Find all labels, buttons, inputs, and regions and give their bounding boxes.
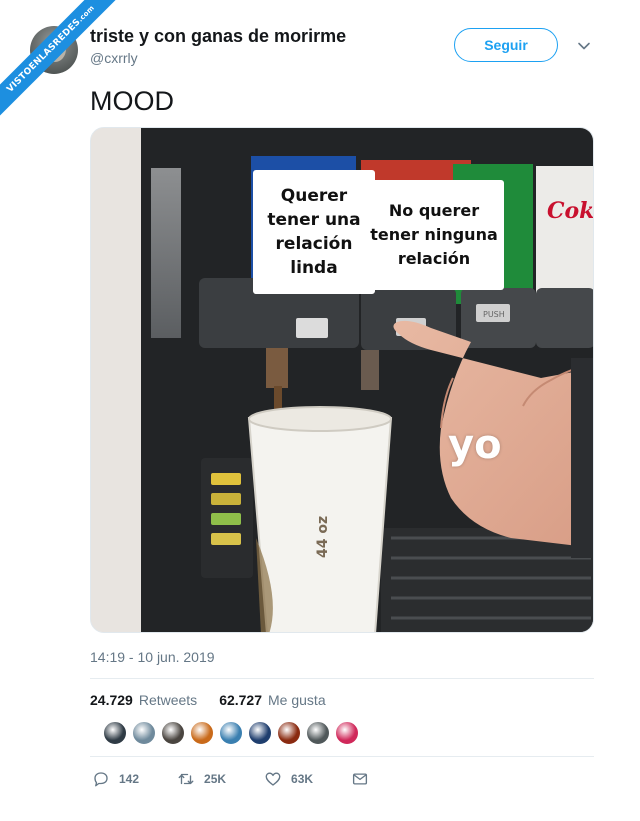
likes-label[interactable]: Me gusta bbox=[268, 692, 326, 708]
like-count: 63K bbox=[291, 772, 314, 786]
coke-logo-text: Coke bbox=[547, 198, 594, 224]
divider bbox=[90, 756, 594, 757]
chevron-down-icon[interactable] bbox=[576, 38, 592, 54]
reply-button[interactable]: 142 bbox=[92, 770, 139, 788]
tweet-timestamp[interactable]: 14:19 - 10 jun. 2019 bbox=[90, 649, 215, 665]
like-button[interactable]: 63K bbox=[264, 770, 313, 788]
watermark-ribbon: VISTOENLASREDES.com bbox=[0, 0, 130, 130]
liker-avatar[interactable] bbox=[190, 721, 214, 745]
watermark-ribbon-band: VISTOENLASREDES.com bbox=[0, 0, 126, 124]
cup-size-text: 44 oz bbox=[315, 516, 331, 558]
tweet-media-image[interactable]: Coke PUSH 44 oz bbox=[90, 127, 594, 633]
meme-label-right: No querer tener ninguna relación bbox=[364, 180, 504, 290]
retweet-button[interactable]: 25K bbox=[177, 770, 226, 788]
liker-avatar[interactable] bbox=[161, 721, 185, 745]
mail-icon bbox=[353, 773, 368, 785]
meme-label-left: Querer tener una relación linda bbox=[253, 170, 375, 294]
liker-avatar[interactable] bbox=[103, 721, 127, 745]
retweet-count: 25K bbox=[204, 772, 227, 786]
tweet-actions: 142 25K 63K bbox=[92, 770, 407, 788]
liker-avatars bbox=[103, 721, 359, 745]
retweet-icon bbox=[178, 773, 194, 785]
liker-avatar[interactable] bbox=[219, 721, 243, 745]
watermark-text: VISTOENLASREDES bbox=[5, 17, 83, 95]
liker-avatar[interactable] bbox=[335, 721, 359, 745]
watermark-suffix: .com bbox=[76, 3, 97, 24]
liker-avatar[interactable] bbox=[306, 721, 330, 745]
reply-icon bbox=[94, 772, 108, 787]
engagement-stats: 24.729 Retweets 62.727 Me gusta bbox=[90, 692, 326, 708]
heart-icon bbox=[265, 772, 281, 786]
retweets-label[interactable]: Retweets bbox=[139, 692, 197, 708]
direct-message-button[interactable] bbox=[351, 770, 369, 788]
follow-button[interactable]: Seguir bbox=[454, 28, 558, 62]
retweets-count[interactable]: 24.729 bbox=[90, 692, 133, 708]
push-label: PUSH bbox=[483, 310, 505, 319]
meme-label-hand: yo bbox=[448, 422, 502, 468]
likes-count[interactable]: 62.727 bbox=[219, 692, 262, 708]
liker-avatar[interactable] bbox=[248, 721, 272, 745]
divider bbox=[90, 678, 594, 679]
liker-avatar[interactable] bbox=[132, 721, 156, 745]
reply-count: 142 bbox=[119, 772, 140, 786]
liker-avatar[interactable] bbox=[277, 721, 301, 745]
